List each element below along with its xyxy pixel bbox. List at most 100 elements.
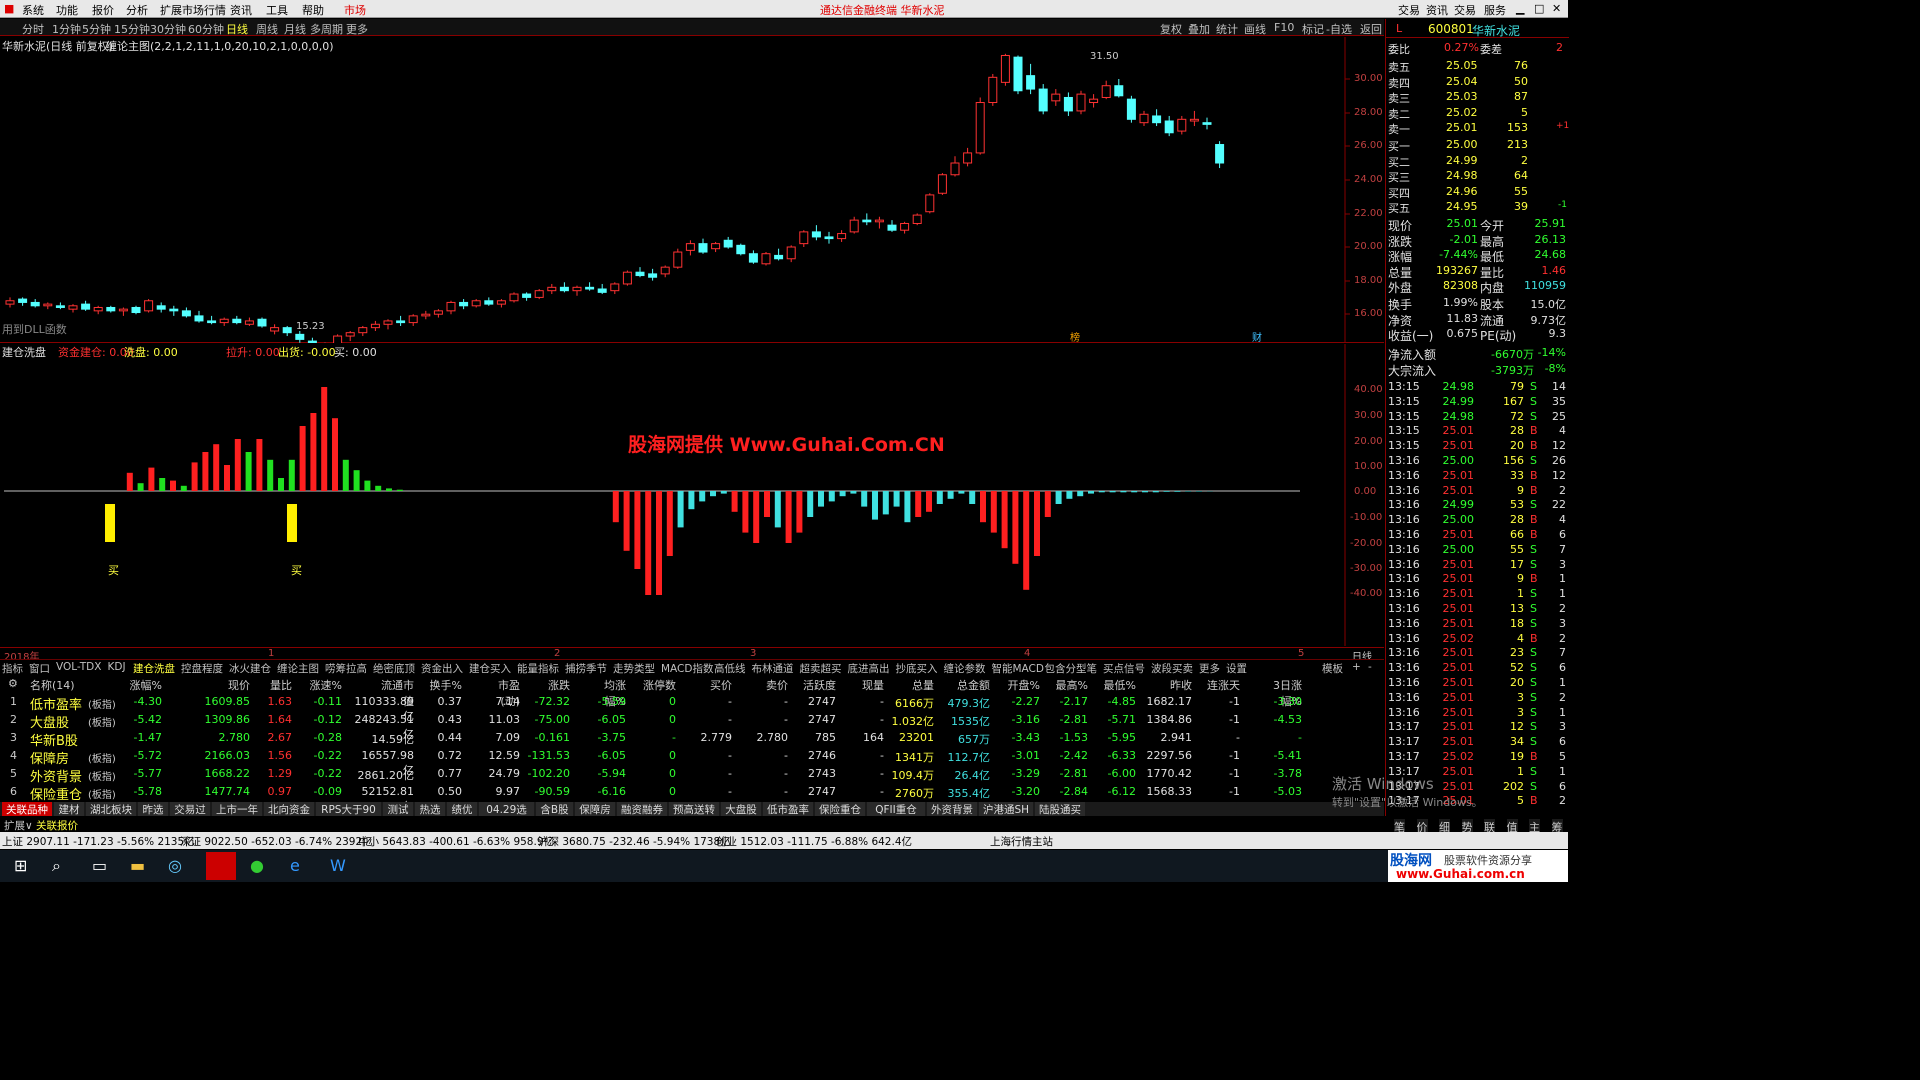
mark-cai[interactable]: 财	[1252, 329, 1262, 344]
file-explorer-icon[interactable]: ▬	[130, 856, 145, 875]
browser-icon[interactable]: ◎	[168, 856, 182, 875]
sector-tab[interactable]: QFII重仓	[867, 802, 925, 816]
sector-tab[interactable]: 大盘股	[721, 802, 761, 816]
menu-item-5[interactable]: 资讯	[230, 2, 252, 18]
index-sh[interactable]: 上证 2907.11 -171.23 -5.56% 2135亿	[2, 834, 195, 849]
app-green-icon[interactable]: ●	[250, 856, 264, 875]
tdx-app-icon[interactable]	[206, 852, 236, 880]
menu-item-3[interactable]: 分析	[126, 2, 148, 18]
table-row[interactable]: 5 外资背景 (板指) -5.77 1668.22 1.29 -0.22 2861.20亿 0.…	[0, 765, 1384, 785]
indicator-tab[interactable]: 底进高出	[848, 661, 890, 676]
indicator-tab[interactable]: 布林通道	[752, 661, 794, 676]
period-0[interactable]: 分时	[22, 21, 44, 37]
sector-tab[interactable]: 热选	[415, 802, 445, 816]
sector-tab[interactable]: 融资融券	[617, 802, 667, 816]
sector-tab[interactable]: 建材	[54, 802, 84, 816]
tool-1[interactable]: 叠加	[1188, 21, 1210, 37]
indicator-tab[interactable]: 冰火建仓	[229, 661, 271, 676]
sector-tab[interactable]: 含B股	[536, 802, 573, 816]
period-3[interactable]: 15分钟	[114, 21, 150, 37]
app-blue-icon[interactable]: W	[330, 856, 346, 875]
sector-tab[interactable]: 04.29选	[479, 802, 534, 816]
indicator-tab[interactable]: 超卖超买	[800, 661, 842, 676]
price-chart[interactable]: 华新水泥(日线 前复权) 缠论主图(2,2,1,2,11,1,0,20,10,2…	[0, 37, 1384, 344]
column-header[interactable]: 昨收	[1152, 677, 1192, 693]
tool-3[interactable]: 画线	[1244, 21, 1266, 37]
indicator-tab[interactable]: 波段买卖	[1151, 661, 1193, 676]
indicator-tab[interactable]: 设置	[1226, 661, 1247, 676]
tool-6[interactable]: -自选	[1326, 21, 1352, 37]
sector-tab[interactable]: 交易过	[170, 802, 210, 816]
tool-4[interactable]: F10	[1274, 21, 1294, 34]
indicator-tab[interactable]: 唠筹拉高	[325, 661, 367, 676]
column-header[interactable]: 开盘%	[1000, 677, 1040, 693]
indicator-tab[interactable]: 能量指标	[517, 661, 559, 676]
row-name[interactable]: 保险重仓	[30, 784, 82, 803]
sector-tab[interactable]: 关联品种	[2, 802, 52, 816]
quote-table[interactable]: ⚙ 名称(14) 涨幅% 现价 量比 涨速% 流通市值 换手% 市盈(动) 涨跌 均涨幅% 涨停数 买价…	[0, 675, 1384, 813]
indicator-tab[interactable]: 控盘程度	[181, 661, 223, 676]
tab-tool[interactable]: 模板	[1322, 661, 1343, 676]
indicator-tab[interactable]: 包含分型笔	[1045, 661, 1098, 676]
close-icon[interactable]: ✕	[1552, 2, 1561, 15]
sector-tab[interactable]: 预高送转	[669, 802, 719, 816]
indicator-tab[interactable]: 高低线	[714, 661, 746, 676]
tool-5[interactable]: 标记	[1302, 21, 1324, 37]
column-header[interactable]: 名称(14)	[30, 677, 110, 693]
top-right-1[interactable]: 资讯	[1426, 2, 1448, 18]
indicator-tab[interactable]: 建仓买入	[469, 661, 511, 676]
table-row[interactable]: 1 低市盈率 (板指) -4.30 1609.85 1.63 -0.11 110333.89亿…	[0, 693, 1384, 723]
column-header[interactable]: 连涨天	[1200, 677, 1240, 693]
sector-tab[interactable]: 陆股通买	[1035, 802, 1085, 816]
index-cy[interactable]: 创业 1512.03 -111.75 -6.88% 642.4亿	[716, 834, 912, 849]
indicator-tab[interactable]: 更多	[1199, 661, 1220, 676]
table-row[interactable]: 6保险重仓(板指)-5.781477.740.97-0.0952152.81亿0…	[0, 783, 1384, 813]
index-hs[interactable]: 沪深 3680.75 -232.46 -5.94% 1738亿	[538, 834, 731, 849]
indicator-tab[interactable]: 智能MACD	[992, 661, 1044, 676]
tab-tool[interactable]: -	[1368, 661, 1372, 673]
sector-tab[interactable]: 保险重仓	[815, 802, 865, 816]
column-header[interactable]: 涨停数	[636, 677, 676, 693]
menu-item-2[interactable]: 报价	[92, 2, 114, 18]
indicator-tab[interactable]: 抄底买入	[896, 661, 938, 676]
period-8[interactable]: 月线	[284, 21, 306, 37]
sector-tab[interactable]: 湖北板块	[86, 802, 136, 816]
windows-start-icon[interactable]: ⊞	[14, 856, 27, 875]
table-row[interactable]: 4 保障房 (板指) -5.72 2166.03 1.56 -0.22 16557.98亿 0.…	[0, 747, 1384, 777]
sector-tab[interactable]: 上市一年	[212, 802, 262, 816]
column-header[interactable]: 买价	[692, 677, 732, 693]
indicator-tab[interactable]: KDJ	[108, 661, 126, 673]
mark-bang[interactable]: 榜	[1070, 329, 1080, 344]
column-header[interactable]: 现价	[210, 677, 250, 693]
menu-item-0[interactable]: 系统	[22, 2, 44, 18]
sector-tab[interactable]: 低市盈率	[763, 802, 813, 816]
indicator-tab[interactable]: 捕捞季节	[565, 661, 607, 676]
indicator-tab[interactable]: 绝密底顶	[373, 661, 415, 676]
index-sz[interactable]: 深证 9022.50 -652.03 -6.74% 2392亿	[180, 834, 373, 849]
minimize-icon[interactable]: ▁	[1516, 2, 1524, 15]
settings-icon[interactable]: ⚙	[8, 677, 18, 690]
period-5[interactable]: 60分钟	[188, 21, 224, 37]
tab-tool[interactable]: +	[1352, 661, 1361, 673]
sector-tab[interactable]: 沪港通SH	[979, 802, 1033, 816]
column-header[interactable]: 卖价	[748, 677, 788, 693]
column-header[interactable]: 涨幅%	[122, 677, 162, 693]
sector-tab[interactable]: 昨选	[138, 802, 168, 816]
edge-icon[interactable]: e	[290, 856, 300, 875]
indicator-tab[interactable]: MACD指数	[661, 661, 713, 676]
top-right-2[interactable]: 交易	[1454, 2, 1476, 18]
sector-tab[interactable]: RPS大于90	[316, 802, 381, 816]
sector-tab[interactable]: 测试	[383, 802, 413, 816]
column-header[interactable]: 现量	[844, 677, 884, 693]
indicator-tab[interactable]: 缠论主图	[277, 661, 319, 676]
period-2[interactable]: 5分钟	[82, 21, 111, 37]
period-6[interactable]: 日线	[226, 21, 248, 37]
column-header[interactable]: 总金额	[950, 677, 990, 693]
menu-item-4[interactable]: 扩展市场行情	[160, 2, 226, 18]
task-view-icon[interactable]: ▭	[92, 856, 107, 875]
indicator-tab[interactable]: 缠论参数	[944, 661, 986, 676]
indicator-tab[interactable]: 买点信号	[1103, 661, 1145, 676]
column-header[interactable]: 最低%	[1096, 677, 1136, 693]
menu-item-1[interactable]: 功能	[56, 2, 78, 18]
tool-7[interactable]: 返回	[1360, 21, 1382, 37]
